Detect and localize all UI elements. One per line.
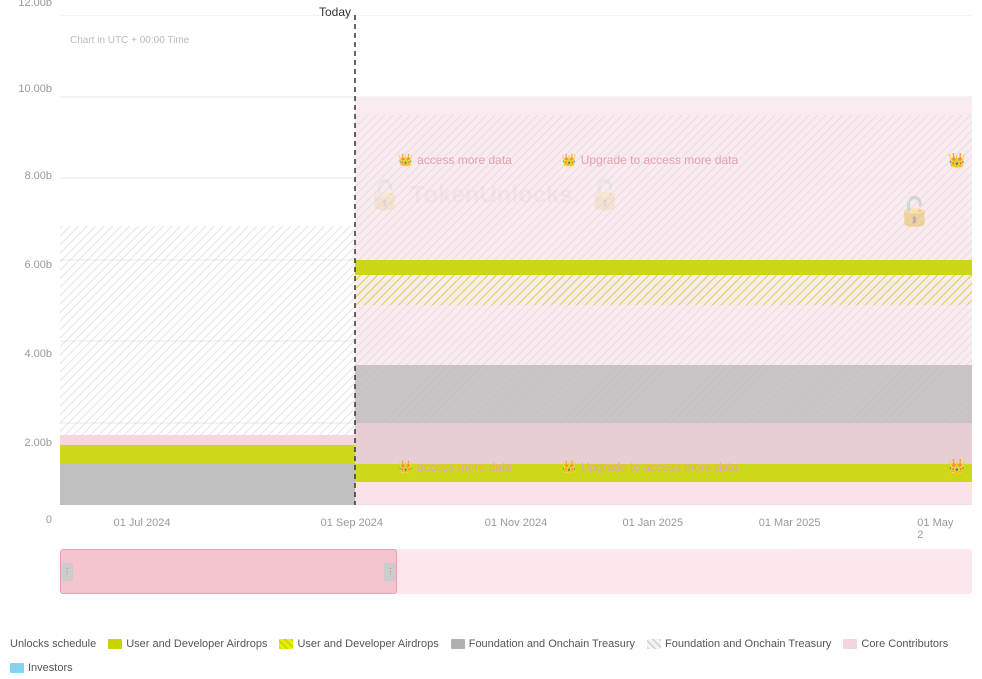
- legend-label-investors: Investors: [28, 662, 73, 674]
- legend: Unlocks schedule User and Developer Aird…: [0, 638, 982, 674]
- legend-swatch-user-developer-airdrops-hatched: [279, 639, 293, 649]
- x-label-jan2025: 01 Jan 2025: [623, 517, 684, 529]
- y-label-4: 4.00b: [24, 348, 52, 360]
- legend-swatch-investors: [10, 663, 24, 673]
- watermark-right: 🔓: [897, 195, 932, 228]
- chart-svg: [60, 15, 972, 505]
- scrollbar-handle-left[interactable]: ⋮: [61, 563, 73, 581]
- legend-label-foundation-hatched: Foundation and Onchain Treasury: [665, 638, 831, 650]
- y-label-0: 0: [46, 514, 52, 526]
- legend-user-developer-airdrops-solid: User and Developer Airdrops: [108, 638, 267, 650]
- scrollbar-handle-right[interactable]: ⋮: [384, 563, 396, 581]
- y-label-8: 8.00b: [24, 170, 52, 182]
- y-label-12: 12.00b: [18, 0, 52, 9]
- scrollbar-area[interactable]: ⋮ ⋮: [60, 549, 972, 594]
- legend-investors: Investors: [10, 662, 73, 674]
- today-label: Today: [319, 5, 351, 19]
- legend-unlocks-schedule: Unlocks schedule: [10, 638, 96, 650]
- x-label-mar2025: 01 Mar 2025: [759, 517, 821, 529]
- legend-label-user-developer-airdrops-solid: User and Developer Airdrops: [126, 638, 267, 650]
- legend-label-unlocks-schedule: Unlocks schedule: [10, 638, 96, 650]
- x-label-may2025: 01 May 2: [917, 517, 953, 541]
- legend-core-contributors: Core Contributors: [843, 638, 948, 650]
- legend-user-developer-airdrops-hatched: User and Developer Airdrops: [279, 638, 438, 650]
- x-axis: 01 Jul 2024 01 Sep 2024 01 Nov 2024 01 J…: [60, 509, 972, 534]
- legend-swatch-foundation-solid: [451, 639, 465, 649]
- legend-label-core-contributors: Core Contributors: [861, 638, 948, 650]
- y-label-10: 10.00b: [18, 83, 52, 95]
- y-label-6: 6.00b: [24, 259, 52, 271]
- legend-swatch-foundation-hatched: [647, 639, 661, 649]
- x-label-sep2024: 01 Sep 2024: [321, 517, 383, 529]
- y-label-2: 2.00b: [24, 437, 52, 449]
- legend-label-user-developer-airdrops-hatched: User and Developer Airdrops: [297, 638, 438, 650]
- watermark-lock-icon-3: 🔓: [897, 196, 932, 227]
- legend-swatch-user-developer-airdrops-solid: [108, 639, 122, 649]
- legend-label-foundation-solid: Foundation and Onchain Treasury: [469, 638, 635, 650]
- scrollbar-thumb[interactable]: ⋮ ⋮: [60, 549, 397, 594]
- legend-foundation-solid: Foundation and Onchain Treasury: [451, 638, 635, 650]
- utc-label: Chart in UTC + 00:00 Time: [70, 35, 189, 46]
- chart-container: 12.00b 10.00b 8.00b 6.00b 4.00b 2.00b 0: [0, 0, 982, 679]
- legend-swatch-core-contributors: [843, 639, 857, 649]
- legend-foundation-hatched: Foundation and Onchain Treasury: [647, 638, 831, 650]
- x-label-jul2024: 01 Jul 2024: [114, 517, 171, 529]
- x-label-nov2024: 01 Nov 2024: [485, 517, 547, 529]
- y-axis: 12.00b 10.00b 8.00b 6.00b 4.00b 2.00b 0: [0, 0, 60, 534]
